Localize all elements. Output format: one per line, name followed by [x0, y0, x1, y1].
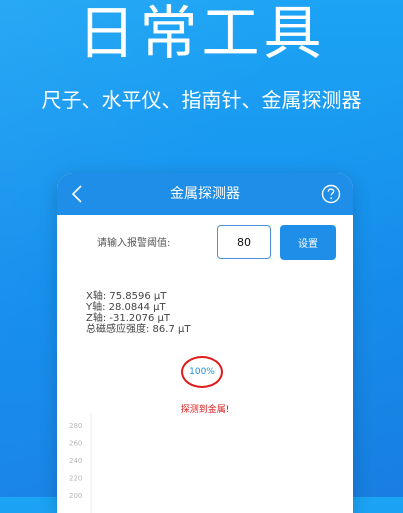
chart-y-tick-label: 260: [69, 440, 82, 448]
detection-percent-indicator: 100%: [181, 356, 223, 388]
threshold-input[interactable]: [217, 225, 271, 259]
reading-x-axis: X轴: 75.8596 μT: [86, 291, 167, 302]
question-circle-icon[interactable]: [321, 184, 341, 204]
magnetic-field-chart: 280 260 240 220 200: [69, 413, 92, 513]
sensor-readings: X轴: 75.8596 μT Y轴: 28.0844 μT Z轴: -31.20…: [86, 291, 190, 335]
chart-y-tick-label: 280: [69, 422, 82, 430]
threshold-label: 请输入报警阈值:: [97, 238, 171, 249]
reading-total-magnetic: 总磁感应强度: 86.7 μT: [86, 324, 191, 335]
reading-y-axis: Y轴: 28.0844 μT: [86, 302, 166, 313]
detection-percent-text: 100%: [189, 367, 215, 377]
app-header: 金属探测器: [57, 173, 353, 215]
set-button[interactable]: 设置: [280, 225, 336, 260]
reading-z-axis: Z轴: -31.2076 μT: [86, 313, 171, 324]
chart-y-tick-label: 240: [69, 457, 82, 465]
hero-subtitle: 尺子、水平仪、指南针、金属探测器: [41, 88, 362, 112]
hero-title: 日常工具: [77, 0, 326, 67]
chart-y-tick-label: 200: [69, 492, 82, 500]
page-title: 金属探测器: [170, 186, 240, 202]
phone-screen: 金属探测器 请输入报警阈值: 设置 X轴: 75.8596 μT Y轴: 28.…: [57, 173, 353, 513]
chart-y-tick-label: 220: [69, 475, 82, 483]
